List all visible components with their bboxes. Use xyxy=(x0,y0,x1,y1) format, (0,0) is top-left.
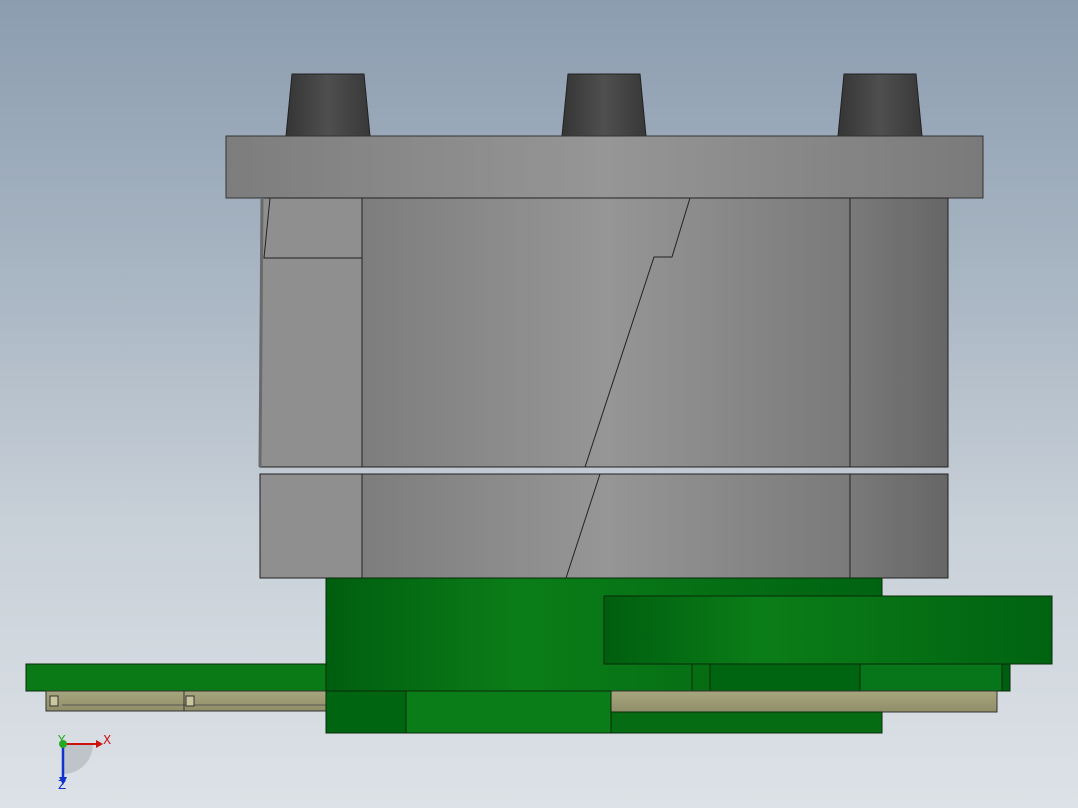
tan-strip-right[interactable] xyxy=(610,690,998,713)
green-base-segment-1[interactable] xyxy=(325,690,407,734)
green-connector-cap[interactable] xyxy=(1001,663,1011,692)
circuit-board-assembly[interactable] xyxy=(25,577,1053,734)
tan-clip-2[interactable] xyxy=(185,695,195,707)
graphics-viewport[interactable]: X Y Z xyxy=(0,0,1078,808)
rubber-foot-middle[interactable] xyxy=(561,73,647,137)
upper-block-center-face[interactable] xyxy=(361,197,851,468)
rubber-foot-left[interactable] xyxy=(285,73,371,137)
green-right-module[interactable] xyxy=(603,595,1053,665)
triad-y-label: Y xyxy=(57,733,66,747)
left-thin-board[interactable] xyxy=(25,663,327,692)
lower-block-center-face[interactable] xyxy=(361,473,851,579)
rubber-foot-right[interactable] xyxy=(837,73,923,137)
triad-quarter-disc xyxy=(63,744,93,774)
top-plate[interactable] xyxy=(225,135,984,199)
model-scene[interactable]: X Y Z xyxy=(0,0,1078,808)
rubber-feet[interactable] xyxy=(285,73,923,137)
coordinate-triad: X Y Z xyxy=(57,733,111,792)
lower-block-left-face[interactable] xyxy=(259,473,363,579)
lower-block[interactable] xyxy=(259,473,949,579)
tan-clip-1[interactable] xyxy=(49,695,59,707)
upper-block-left-face[interactable] xyxy=(259,197,363,468)
lower-block-right-face[interactable] xyxy=(849,473,949,579)
triad-z-label: Z xyxy=(58,778,66,792)
green-connector-a[interactable] xyxy=(691,663,711,692)
upper-block-right-face[interactable] xyxy=(849,197,949,468)
triad-x-arrow-icon xyxy=(96,740,103,748)
green-base-segment-2[interactable] xyxy=(405,690,612,734)
green-connector-c[interactable] xyxy=(859,663,1009,692)
upper-block[interactable] xyxy=(258,197,949,468)
triad-x-label: X xyxy=(103,733,111,747)
upper-block-edge-highlight xyxy=(258,197,264,468)
green-base-segment-3[interactable] xyxy=(610,711,883,734)
green-connector-b[interactable] xyxy=(709,663,861,692)
